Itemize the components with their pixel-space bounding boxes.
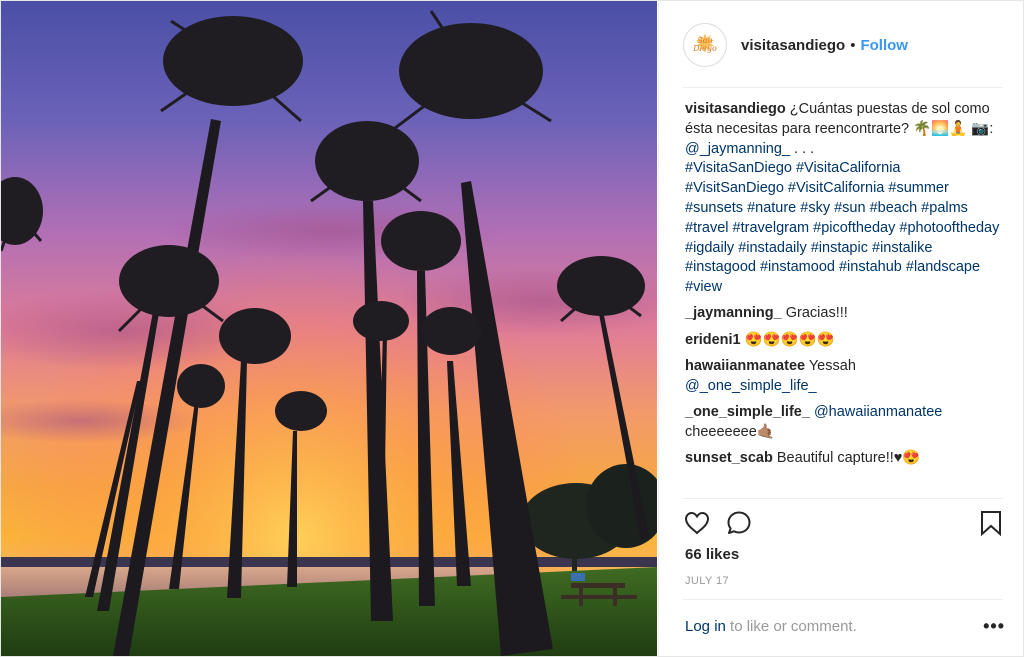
likes-count[interactable]: 66 likes <box>685 546 739 563</box>
comment-text: 😍😍😍😍😍 <box>740 331 835 348</box>
comment-icon[interactable] <box>725 509 753 537</box>
login-link[interactable]: Log in <box>685 618 726 635</box>
svg-text:Diego: Diego <box>692 44 717 53</box>
comments-list: visitasandiego ¿Cuántas puestas de sol c… <box>685 100 1003 476</box>
actions-divider <box>683 498 1003 499</box>
avatar[interactable]: San Diego <box>683 23 727 67</box>
comment-text: Beautiful capture!!♥😍 <box>772 450 921 467</box>
post-photo[interactable] <box>1 1 657 656</box>
sunset-palms-image <box>1 1 657 656</box>
comment-item: erideni1 😍😍😍😍😍 <box>685 331 1003 351</box>
heart-icon[interactable] <box>683 509 711 537</box>
comment-username[interactable]: _one_simple_life_ <box>685 404 810 420</box>
login-prompt: Log in to like or comment. ••• <box>685 616 1005 637</box>
comment-item: _one_simple_life_ @hawaiianmanatee cheee… <box>685 403 1003 443</box>
more-options-icon[interactable]: ••• <box>983 616 1005 637</box>
comment-item: hawaiianmanatee Yessah @_one_simple_life… <box>685 357 1003 397</box>
comment-mention[interactable]: @_one_simple_life_ <box>685 378 817 394</box>
bookmark-icon[interactable] <box>977 509 1005 537</box>
post-card: San Diego visitasandiego • Follow visita… <box>0 0 1024 657</box>
comment-username[interactable]: erideni1 <box>685 332 741 348</box>
post-date: JULY 17 <box>685 575 729 587</box>
comment-username[interactable]: _jaymanning_ <box>685 305 782 321</box>
post-details-panel: San Diego visitasandiego • Follow visita… <box>658 1 1024 656</box>
caption: visitasandiego ¿Cuántas puestas de sol c… <box>685 100 1003 298</box>
comment-text: Yessah <box>805 358 856 375</box>
caption-hashtags[interactable]: #VisitaSanDiego #VisitaCalifornia #Visit… <box>685 160 999 295</box>
comment-item: _jaymanning_ Gracias!!! <box>685 304 1003 324</box>
footer-divider <box>683 599 1003 600</box>
comment-text-continued: cheeeeeee🤙🏽 <box>685 423 775 440</box>
comment-mention[interactable]: @hawaiianmanatee <box>814 404 942 420</box>
follow-button[interactable]: Follow <box>860 37 908 54</box>
caption-mention[interactable]: @_jaymanning_ <box>685 141 790 157</box>
comment-item: sunset_scab Beautiful capture!!♥😍 <box>685 449 1003 469</box>
caption-username[interactable]: visitasandiego <box>685 101 786 117</box>
comment-username[interactable]: sunset_scab <box>685 450 773 466</box>
comment-text: Gracias!!! <box>781 305 848 322</box>
header-separator: • <box>850 36 856 54</box>
action-bar <box>683 509 1005 539</box>
caption-ellipsis: . . . <box>790 140 815 157</box>
header-divider <box>683 87 1003 88</box>
comment-username[interactable]: hawaiianmanatee <box>685 358 805 374</box>
header-username[interactable]: visitasandiego <box>741 37 845 54</box>
post-header: San Diego visitasandiego • Follow <box>683 21 1003 69</box>
login-suffix: to like or comment. <box>725 618 857 635</box>
san-diego-logo-icon: San Diego <box>689 29 721 61</box>
